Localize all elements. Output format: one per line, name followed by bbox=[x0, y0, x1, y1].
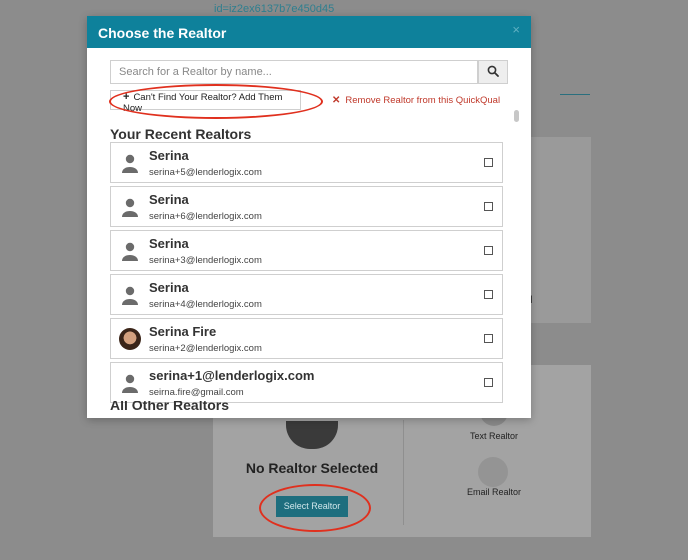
all-other-realtors-heading: All Other Realtors bbox=[110, 401, 340, 417]
search-icon bbox=[487, 65, 499, 77]
realtor-row[interactable]: serina+1@lenderlogix.com seirna.fire@gma… bbox=[110, 362, 503, 403]
annotation-circle-add-button bbox=[109, 84, 323, 119]
modal-header: Choose the Realtor × bbox=[87, 16, 531, 48]
realtor-email: serina+6@lenderlogix.com bbox=[149, 211, 262, 222]
realtor-search-input[interactable] bbox=[110, 60, 478, 84]
realtor-checkbox[interactable] bbox=[484, 378, 493, 387]
realtor-name: Serina bbox=[149, 280, 189, 295]
annotation-circle-select-button bbox=[259, 484, 371, 532]
realtor-name: Serina bbox=[149, 148, 189, 163]
realtor-row[interactable]: Serina serina+6@lenderlogix.com bbox=[110, 186, 503, 227]
record-id-text: id=iz2ex6137b7e450d45 bbox=[214, 3, 335, 15]
person-placeholder-icon bbox=[122, 198, 138, 217]
realtor-row[interactable]: Serina Fire serina+2@lenderlogix.com bbox=[110, 318, 503, 359]
realtor-name: Serina bbox=[149, 236, 189, 251]
remove-x-icon: ✕ bbox=[332, 94, 341, 106]
all-other-realtors-label: All Other Realtors bbox=[110, 401, 230, 413]
realtor-email: serina+2@lenderlogix.com bbox=[149, 343, 262, 354]
search-button[interactable] bbox=[478, 60, 508, 84]
text-realtor-label[interactable]: Text Realtor bbox=[452, 431, 536, 441]
realtor-checkbox[interactable] bbox=[484, 334, 493, 343]
no-realtor-selected-label: No Realtor Selected bbox=[245, 460, 379, 476]
scrollbar-thumb[interactable] bbox=[514, 110, 519, 122]
person-placeholder-icon bbox=[122, 286, 138, 305]
realtor-checkbox[interactable] bbox=[484, 246, 493, 255]
close-icon[interactable]: × bbox=[512, 22, 520, 37]
realtor-row[interactable]: Serina serina+4@lenderlogix.com bbox=[110, 274, 503, 315]
remove-realtor-button[interactable]: ✕ Remove Realtor from this QuickQual bbox=[320, 90, 508, 110]
recent-realtors-heading: Your Recent Realtors bbox=[110, 126, 252, 142]
person-placeholder-icon bbox=[122, 242, 138, 261]
realtor-checkbox[interactable] bbox=[484, 158, 493, 167]
profile-photo-avatar bbox=[119, 328, 141, 350]
background-underline bbox=[560, 94, 590, 95]
realtor-name: Serina Fire bbox=[149, 324, 217, 339]
choose-realtor-modal: Choose the Realtor × +Can't Find Your Re… bbox=[87, 16, 531, 418]
realtor-row[interactable]: Serina serina+3@lenderlogix.com bbox=[110, 230, 503, 271]
realtor-name: Serina bbox=[149, 192, 189, 207]
email-realtor-icon bbox=[478, 457, 508, 487]
remove-realtor-label: Remove Realtor from this QuickQual bbox=[345, 94, 501, 106]
modal-title: Choose the Realtor bbox=[98, 25, 227, 41]
realtor-row[interactable]: Serina serina+5@lenderlogix.com bbox=[110, 142, 503, 183]
email-realtor-label[interactable]: Email Realtor bbox=[452, 487, 536, 497]
realtor-checkbox[interactable] bbox=[484, 202, 493, 211]
person-placeholder-icon bbox=[122, 154, 138, 173]
person-placeholder-icon bbox=[122, 374, 138, 393]
realtor-email: serina+3@lenderlogix.com bbox=[149, 255, 262, 266]
realtor-name: serina+1@lenderlogix.com bbox=[149, 368, 315, 383]
realtor-email: serina+4@lenderlogix.com bbox=[149, 299, 262, 310]
realtor-email: seirna.fire@gmail.com bbox=[149, 387, 244, 398]
realtor-checkbox[interactable] bbox=[484, 290, 493, 299]
realtor-email: serina+5@lenderlogix.com bbox=[149, 167, 262, 178]
recent-realtors-list: Serina serina+5@lenderlogix.com Serina s… bbox=[110, 142, 503, 406]
